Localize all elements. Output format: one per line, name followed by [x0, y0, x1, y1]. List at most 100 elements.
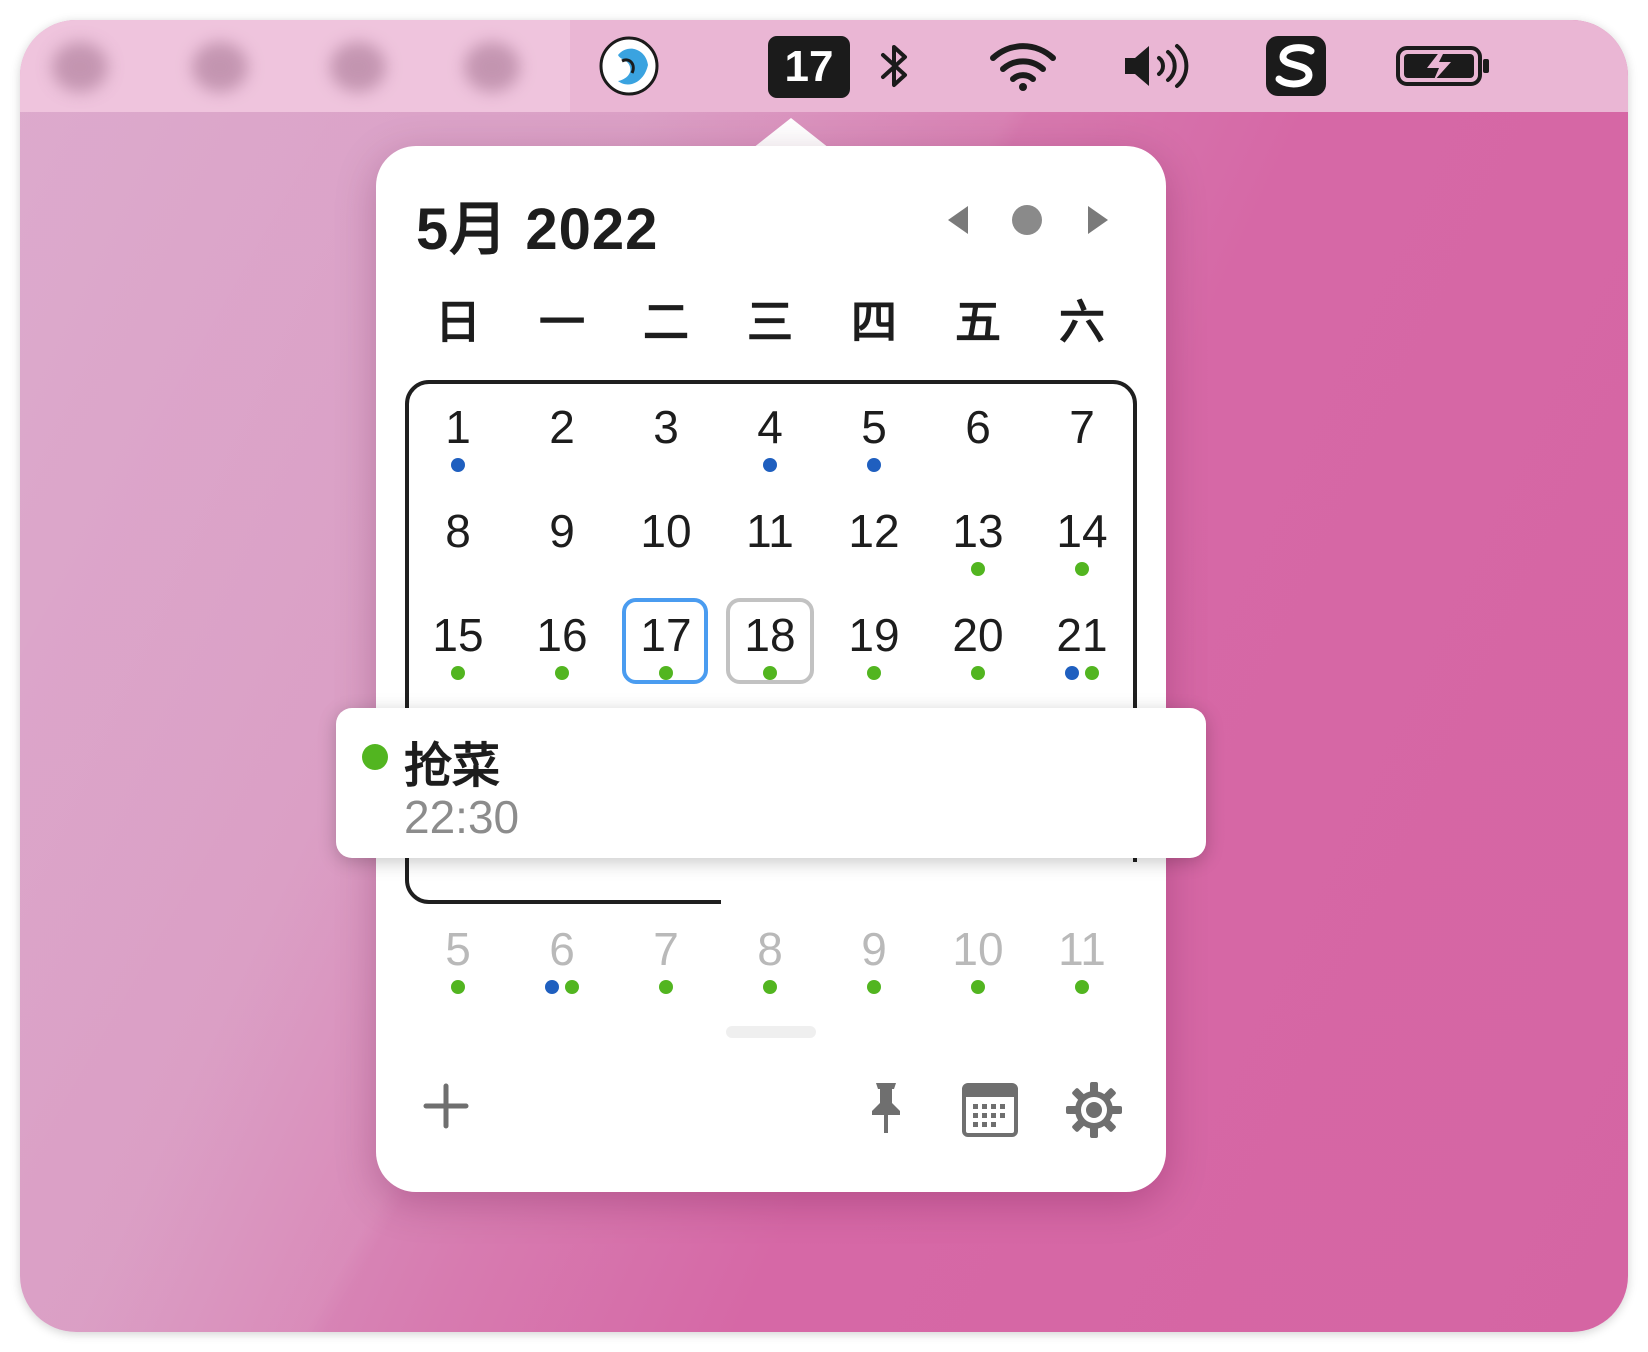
event-tooltip[interactable]: 抢菜 22:30 [336, 708, 1206, 858]
day-number: 16 [536, 609, 588, 661]
day-number: 8 [445, 505, 471, 557]
day-number: 3 [653, 401, 679, 453]
event-dot [545, 980, 559, 994]
menubar-date-badge[interactable]: 17 [768, 36, 850, 98]
weekday-label: 三 [747, 296, 793, 348]
calendar-day-cell[interactable]: 11 [1030, 908, 1134, 1012]
event-color-dot [362, 744, 388, 770]
calendar-day-cell[interactable]: 6 [926, 386, 1030, 490]
scroll-indicator [726, 1026, 816, 1038]
blurred-icon [464, 42, 520, 92]
wifi-icon[interactable] [988, 20, 1058, 112]
calendar-day-cell[interactable]: 16 [510, 594, 614, 698]
calendar-day-cell[interactable]: 18 [718, 594, 822, 698]
day-number: 7 [653, 923, 679, 975]
battery-charging-icon[interactable] [1394, 20, 1494, 112]
event-dots [926, 666, 1030, 680]
today-button[interactable] [1005, 198, 1049, 242]
calendar-day-cell[interactable]: 7 [1030, 386, 1134, 490]
event-dots [926, 562, 1030, 576]
event-dots [1030, 980, 1134, 994]
day-number: 10 [640, 505, 692, 557]
pin-button[interactable] [860, 1076, 912, 1140]
next-month-button[interactable] [1076, 198, 1120, 242]
month-title: 5月 2022 [416, 197, 659, 262]
day-number: 8 [757, 923, 783, 975]
day-number: 18 [744, 609, 796, 661]
sogou-input-icon[interactable] [1264, 20, 1328, 112]
calendar-day-cell[interactable]: 17 [614, 594, 718, 698]
day-number: 10 [952, 923, 1004, 975]
calendar-day-cell[interactable]: 19 [822, 594, 926, 698]
day-number: 17 [640, 609, 692, 661]
add-event-button[interactable] [416, 1076, 476, 1136]
calendar-day-cell[interactable]: 5 [822, 386, 926, 490]
event-dots [718, 458, 822, 472]
event-dot [1085, 666, 1099, 680]
gear-icon [1066, 1082, 1122, 1138]
calendar-day-cell[interactable]: 13 [926, 490, 1030, 594]
calendar-day-cell[interactable]: 9 [510, 490, 614, 594]
app-icon[interactable] [596, 20, 662, 112]
calendar-day-cell[interactable]: 11 [718, 490, 822, 594]
event-dot [659, 666, 673, 680]
calendar-day-cell[interactable]: 9 [822, 908, 926, 1012]
event-dots [822, 980, 926, 994]
calendar-day-cell[interactable]: 7 [614, 908, 718, 1012]
calendar-day-cell[interactable]: 21 [1030, 594, 1134, 698]
event-dots [406, 666, 510, 680]
event-dot [763, 458, 777, 472]
calendar-day-cell[interactable]: 4 [718, 386, 822, 490]
day-number: 5 [861, 401, 887, 453]
weekday-label: 二 [643, 296, 689, 348]
volume-icon[interactable] [1120, 20, 1196, 112]
plus-icon [423, 1083, 469, 1129]
calendar-day-cell[interactable]: 20 [926, 594, 1030, 698]
settings-button[interactable] [1062, 1078, 1126, 1142]
day-number: 14 [1056, 505, 1108, 557]
weekday-label: 日 [435, 296, 481, 348]
calendar-day-cell[interactable]: 14 [1030, 490, 1134, 594]
calendar-day-cell[interactable]: 10 [926, 908, 1030, 1012]
day-number: 19 [848, 609, 900, 661]
day-number: 9 [549, 505, 575, 557]
calendar-day-cell[interactable]: 10 [614, 490, 718, 594]
day-number: 11 [1058, 923, 1106, 975]
calendar-day-cell[interactable]: 6 [510, 908, 614, 1012]
calendar-app-button[interactable] [960, 1080, 1020, 1140]
calendar-day-cell[interactable]: 1 [406, 386, 510, 490]
event-dots [406, 458, 510, 472]
day-number: 6 [965, 401, 991, 453]
today-dot-icon [1012, 205, 1042, 235]
event-dot [565, 980, 579, 994]
event-dots [614, 666, 718, 680]
chevron-right-icon [1088, 206, 1108, 234]
event-dots [406, 980, 510, 994]
popover-arrow [753, 118, 829, 148]
event-dots [718, 666, 822, 680]
calendar-day-cell[interactable]: 2 [510, 386, 614, 490]
event-dots [614, 980, 718, 994]
day-number: 21 [1056, 609, 1108, 661]
calendar-day-cell[interactable]: 12 [822, 490, 926, 594]
weekday-label: 一 [539, 296, 585, 348]
calendar-day-cell[interactable]: 8 [406, 490, 510, 594]
pin-icon [872, 1083, 900, 1133]
month-outline-mask [721, 862, 1141, 908]
day-number: 2 [549, 401, 575, 453]
calendar-day-cell[interactable]: 15 [406, 594, 510, 698]
calendar-day-cell[interactable]: 3 [614, 386, 718, 490]
previous-month-button[interactable] [936, 198, 980, 242]
bluetooth-icon[interactable] [870, 20, 920, 112]
event-dots [510, 980, 614, 994]
calendar-day-cell[interactable]: 8 [718, 908, 822, 1012]
weekday-label: 五 [955, 296, 1001, 348]
calendar-day-cell[interactable]: 5 [406, 908, 510, 1012]
day-number: 9 [861, 923, 887, 975]
chevron-left-icon [948, 206, 968, 234]
event-dots [1030, 666, 1134, 680]
event-dot [971, 666, 985, 680]
weekday-label: 六 [1059, 296, 1105, 348]
event-dots [718, 980, 822, 994]
blurred-icon [192, 42, 248, 92]
